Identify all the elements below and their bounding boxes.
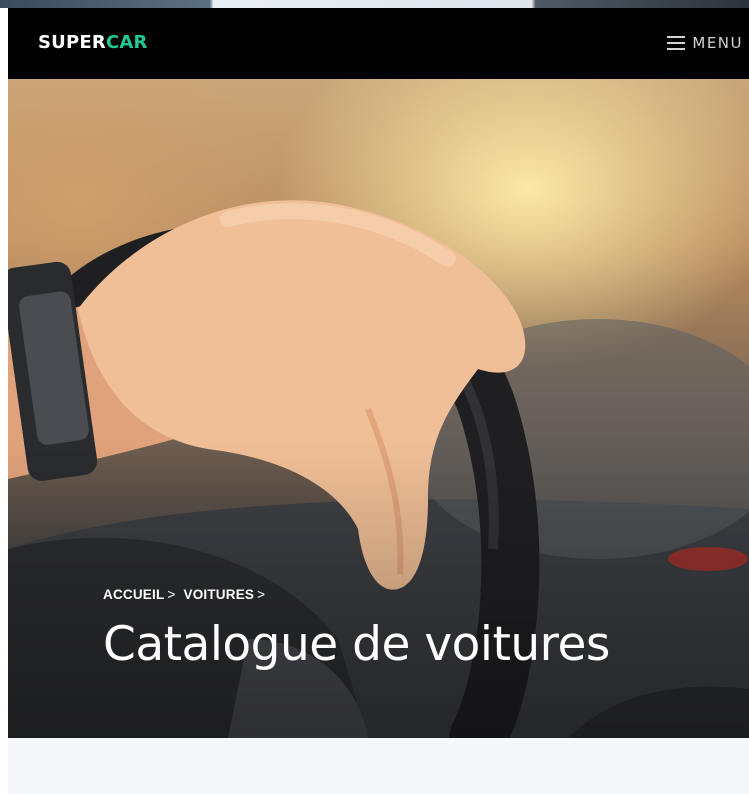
hamburger-icon [667, 36, 686, 50]
breadcrumb: ACCUEIL > VOITURES > [103, 587, 273, 602]
content-section [8, 738, 749, 794]
site-logo[interactable]: SUPERCAR [38, 32, 148, 53]
menu-label: MENU [692, 34, 743, 52]
breadcrumb-home[interactable]: ACCUEIL [103, 587, 164, 602]
browser-top-strip [0, 0, 749, 8]
navbar: SUPERCAR MENU [8, 8, 749, 79]
breadcrumb-separator: > [257, 587, 266, 602]
page-title: Catalogue de voitures [103, 617, 610, 672]
logo-text-car: CAR [105, 32, 148, 53]
hero-banner: ACCUEIL > VOITURES > Catalogue de voitur… [8, 79, 749, 738]
logo-text-super: SUPER [38, 32, 106, 53]
breadcrumb-voitures[interactable]: VOITURES [184, 587, 255, 602]
menu-button[interactable]: MENU [667, 34, 743, 52]
breadcrumb-separator: > [167, 587, 176, 602]
